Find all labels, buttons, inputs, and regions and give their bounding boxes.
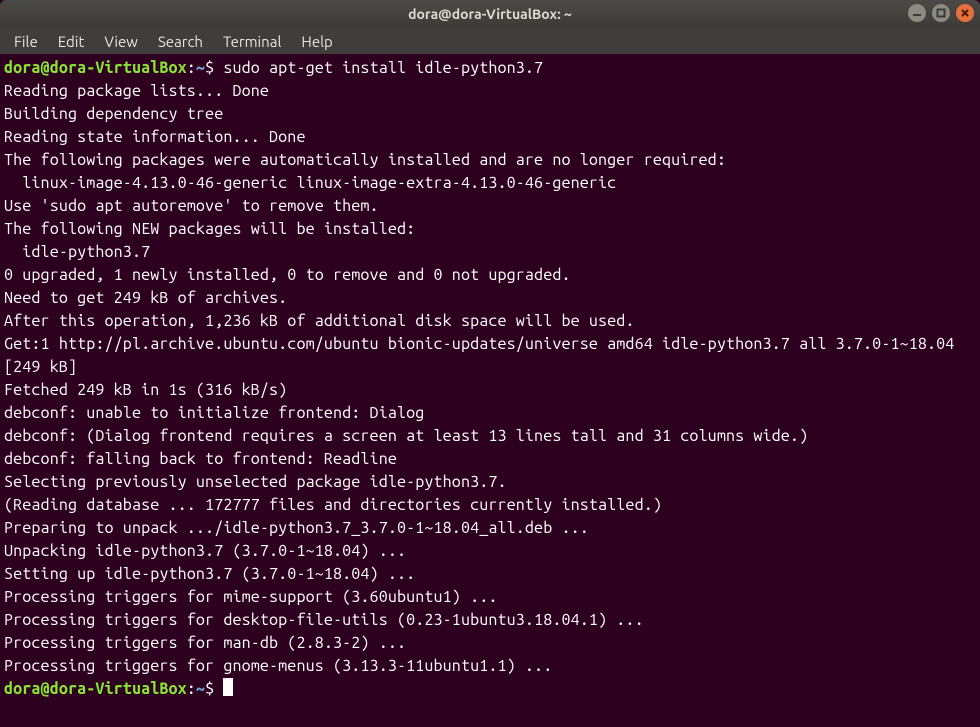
- menu-file[interactable]: File: [4, 30, 48, 53]
- terminal-line: idle-python3.7: [4, 241, 976, 264]
- maximize-button[interactable]: [932, 4, 950, 22]
- terminal-line: debconf: unable to initialize frontend: …: [4, 402, 976, 425]
- terminal-body[interactable]: dora@dora-VirtualBox:~$ sudo apt-get ins…: [0, 54, 980, 727]
- terminal-line: Processing triggers for desktop-file-uti…: [4, 609, 976, 632]
- terminal-line: (Reading database ... 172777 files and d…: [4, 494, 976, 517]
- prompt-separator: :: [187, 59, 196, 77]
- window-controls: [908, 4, 974, 22]
- terminal-line: debconf: (Dialog frontend requires a scr…: [4, 425, 976, 448]
- terminal-line: The following NEW packages will be insta…: [4, 218, 976, 241]
- terminal-line: Setting up idle-python3.7 (3.7.0-1~18.04…: [4, 563, 976, 586]
- titlebar: dora@dora-VirtualBox: ~: [0, 0, 980, 28]
- close-icon: [960, 8, 970, 18]
- prompt-user-host: dora@dora-VirtualBox: [4, 59, 187, 77]
- terminal-line: Processing triggers for man-db (2.8.3-2)…: [4, 632, 976, 655]
- minimize-button[interactable]: [908, 4, 926, 22]
- prompt-separator: :: [187, 680, 196, 698]
- minimize-icon: [912, 8, 922, 18]
- terminal-line: dora@dora-VirtualBox:~$ sudo apt-get ins…: [4, 57, 976, 80]
- maximize-icon: [936, 8, 946, 18]
- command-text: sudo apt-get install idle-python3.7: [223, 59, 543, 77]
- terminal-line: debconf: falling back to frontend: Readl…: [4, 448, 976, 471]
- terminal-line: linux-image-4.13.0-46-generic linux-imag…: [4, 172, 976, 195]
- terminal-line: Use 'sudo apt autoremove' to remove them…: [4, 195, 976, 218]
- terminal-line: Processing triggers for gnome-menus (3.1…: [4, 655, 976, 678]
- menubar: File Edit View Search Terminal Help: [0, 28, 980, 54]
- prompt-cwd: ~: [196, 680, 205, 698]
- terminal-line: Selecting previously unselected package …: [4, 471, 976, 494]
- menu-terminal[interactable]: Terminal: [213, 30, 291, 53]
- terminal-line: Processing triggers for mime-support (3.…: [4, 586, 976, 609]
- terminal-line: Reading package lists... Done: [4, 80, 976, 103]
- close-button[interactable]: [956, 4, 974, 22]
- prompt-user-host: dora@dora-VirtualBox: [4, 680, 187, 698]
- window-title: dora@dora-VirtualBox: ~: [0, 6, 980, 22]
- terminal-window: dora@dora-VirtualBox: ~ File Edit View S…: [0, 0, 980, 727]
- terminal-line: After this operation, 1,236 kB of additi…: [4, 310, 976, 333]
- terminal-line: dora@dora-VirtualBox:~$: [4, 678, 976, 701]
- terminal-line: The following packages were automaticall…: [4, 149, 976, 172]
- menu-search[interactable]: Search: [148, 30, 213, 53]
- menu-help[interactable]: Help: [291, 30, 342, 53]
- menu-edit[interactable]: Edit: [48, 30, 95, 53]
- terminal-line: Unpacking idle-python3.7 (3.7.0-1~18.04)…: [4, 540, 976, 563]
- terminal-line: 0 upgraded, 1 newly installed, 0 to remo…: [4, 264, 976, 287]
- cursor: [223, 678, 233, 696]
- menu-view[interactable]: View: [94, 30, 148, 53]
- terminal-line: Building dependency tree: [4, 103, 976, 126]
- prompt-dollar: $: [205, 680, 223, 698]
- terminal-line: Get:1 http://pl.archive.ubuntu.com/ubunt…: [4, 333, 976, 379]
- terminal-line: Fetched 249 kB in 1s (316 kB/s): [4, 379, 976, 402]
- terminal-line: Reading state information... Done: [4, 126, 976, 149]
- prompt-cwd: ~: [196, 59, 205, 77]
- terminal-line: Preparing to unpack .../idle-python3.7_3…: [4, 517, 976, 540]
- terminal-line: Need to get 249 kB of archives.: [4, 287, 976, 310]
- prompt-dollar: $: [205, 59, 223, 77]
